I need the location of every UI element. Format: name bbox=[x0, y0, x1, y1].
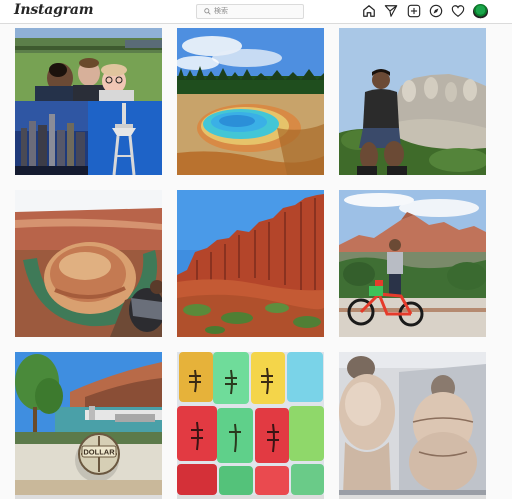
post-scorpion-candy[interactable] bbox=[177, 352, 324, 499]
direct-message-icon[interactable] bbox=[384, 4, 398, 18]
top-navigation-bar: Instagram 検索 bbox=[0, 0, 512, 24]
search-icon bbox=[204, 8, 211, 15]
dollar-sign-text: DOLLAR bbox=[83, 448, 115, 457]
post-collage-selfie-seattle[interactable] bbox=[15, 28, 162, 175]
explore-icon[interactable] bbox=[429, 4, 443, 18]
new-post-icon[interactable] bbox=[407, 4, 421, 18]
post-mount-rushmore[interactable] bbox=[339, 28, 486, 175]
search-input[interactable]: 検索 bbox=[196, 4, 304, 19]
activity-heart-icon[interactable] bbox=[451, 4, 465, 18]
home-icon[interactable] bbox=[362, 4, 376, 18]
profile-avatar[interactable] bbox=[473, 4, 488, 19]
instagram-logo[interactable]: Instagram bbox=[14, 2, 94, 18]
post-horseshoe-bend[interactable] bbox=[15, 190, 162, 337]
search-placeholder: 検索 bbox=[214, 8, 228, 15]
post-red-rocks[interactable] bbox=[177, 190, 324, 337]
post-hot-spring[interactable] bbox=[177, 28, 324, 175]
post-mural[interactable] bbox=[339, 352, 486, 499]
post-pier-sign[interactable]: DOLLAR bbox=[15, 352, 162, 499]
post-bike-mountains[interactable] bbox=[339, 190, 486, 337]
